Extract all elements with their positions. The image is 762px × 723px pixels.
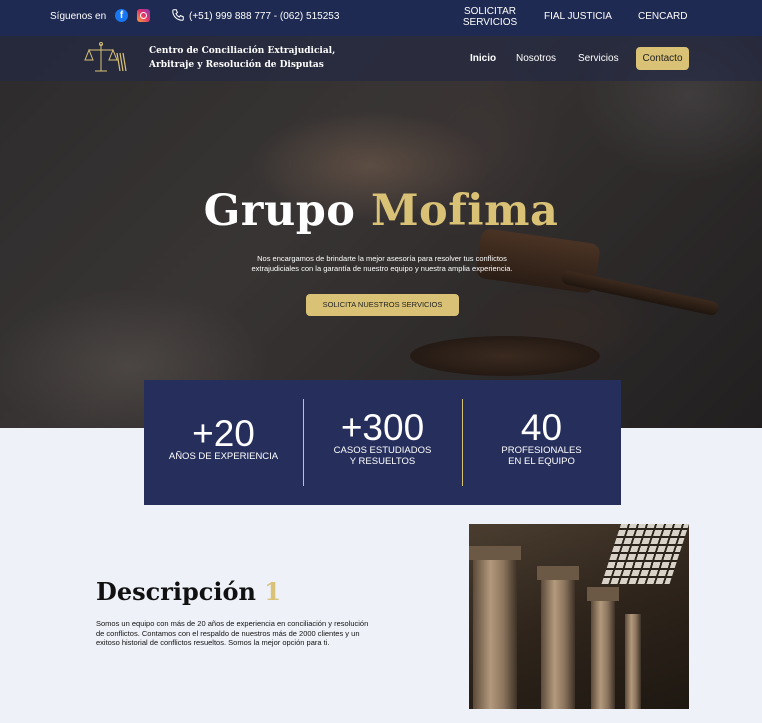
hero-title-word1: Grupo (203, 186, 356, 236)
contact-button[interactable]: Contacto (636, 47, 689, 70)
stat-value: 40 (520, 407, 563, 448)
link-cencard[interactable]: CENCARD (638, 11, 687, 22)
nav-servicios[interactable]: Servicios (578, 53, 619, 64)
link-fial-justicia[interactable]: FIAL JUSTICIA (544, 11, 612, 22)
phone-number[interactable]: (+51) 999 888 777 - (062) 515253 (189, 11, 339, 22)
description-title-text: Descripción (96, 577, 256, 606)
hero-section: Centro de Conciliación Extrajudicial, Ar… (0, 36, 762, 428)
column-capital (587, 587, 619, 601)
description-title: Descripción 1 (96, 577, 281, 606)
stat-years: +20 AÑOS DE EXPERIENCIA (144, 380, 303, 505)
logo-text: Centro de Conciliación Extrajudicial, Ar… (149, 44, 335, 72)
hero-title-word2: Mofima (370, 186, 559, 236)
gavel-base (410, 336, 600, 376)
link-solicitar-servicios[interactable]: SOLICITAR SERVICIOS (460, 6, 520, 28)
column (591, 594, 615, 709)
skylight (601, 524, 689, 584)
nav-nosotros[interactable]: Nosotros (516, 53, 556, 64)
stat-label: AÑOS DE EXPERIENCIA (168, 451, 279, 462)
main-navbar: Centro de Conciliación Extrajudicial, Ar… (0, 36, 762, 81)
logo-text-line1: Centro de Conciliación Extrajudicial, (149, 46, 336, 56)
phone-icon (172, 9, 184, 21)
stat-label: CASOS ESTUDIADOS Y RESUELTOS (333, 445, 432, 467)
stat-label: PROFESIONALES EN EL EQUIPO (501, 445, 582, 467)
courthouse-columns-image (469, 524, 689, 709)
hero-description: Nos encargamos de brindarte la mejor ase… (251, 254, 513, 273)
hero-title: Grupo Mofima (0, 186, 762, 236)
column (625, 614, 641, 709)
follow-label: Síguenos en (50, 11, 107, 22)
column-capital (469, 546, 521, 560)
gavel-handle (560, 269, 720, 317)
instagram-icon[interactable] (137, 9, 150, 22)
scales-logo-icon[interactable] (84, 41, 142, 75)
column (473, 554, 517, 709)
description-text: Somos un equipo con más de 20 años de ex… (96, 619, 369, 647)
stats-panel: +20 AÑOS DE EXPERIENCIA +300 CASOS ESTUD… (144, 380, 621, 505)
request-services-button[interactable]: SOLICITA NUESTROS SERVICIOS (306, 294, 459, 316)
nav-inicio[interactable]: Inicio (470, 53, 496, 64)
column (541, 574, 575, 709)
stat-cases: +300 CASOS ESTUDIADOS Y RESUELTOS (303, 380, 462, 505)
logo-text-line2: Arbitraje y Resolución de Disputas (149, 60, 324, 70)
top-bar: Síguenos en f (+51) 999 888 777 - (062) … (0, 0, 762, 36)
stat-value: +300 (340, 407, 425, 448)
stat-professionals: 40 PROFESIONALES EN EL EQUIPO (462, 380, 621, 505)
facebook-icon[interactable]: f (115, 9, 128, 22)
stat-value: +20 (192, 413, 255, 454)
column-capital (537, 566, 579, 580)
description-title-accent: 1 (264, 577, 281, 606)
